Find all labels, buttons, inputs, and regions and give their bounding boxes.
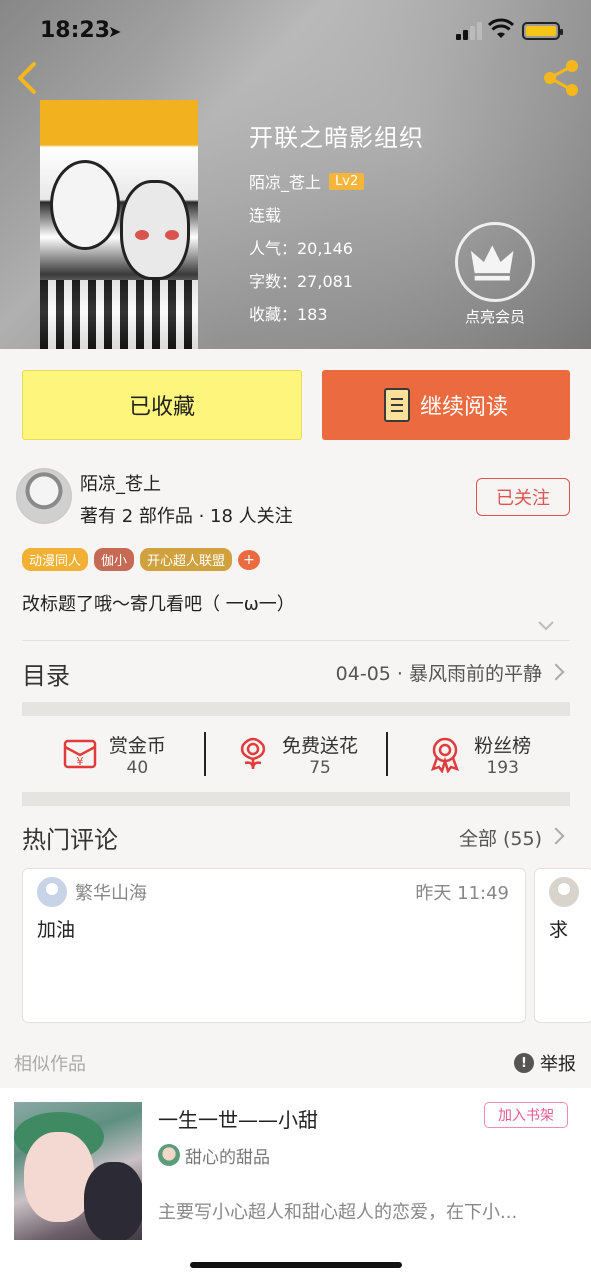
toc-label: 目录	[22, 662, 70, 690]
hot-comments-title: 热门评论	[22, 826, 118, 854]
book-popularity: 人气：20,146	[249, 239, 353, 258]
user-avatar	[37, 877, 67, 907]
tag-item[interactable]: 开心超人联盟	[140, 548, 233, 571]
book-info: 开联之暗影组织 陌凉_苍上 Lv2 连载 人气：20,146 字数：27,081…	[249, 118, 424, 325]
svg-text:¥: ¥	[76, 755, 83, 768]
battery-icon	[522, 22, 563, 40]
book-description: 改标题了哦～寄几看吧（ 一ω一）	[22, 594, 295, 615]
section-separator	[22, 792, 570, 806]
book-title: 开联之暗影组织	[249, 124, 424, 152]
add-tag-button[interactable]: +	[238, 549, 261, 570]
favorited-label: 已收藏	[128, 395, 195, 420]
comment-username: 繁华山海	[75, 883, 147, 904]
all-comments-link[interactable]: 全部 (55)	[459, 824, 542, 851]
author-stats: 著有 2 部作品 · 18 人关注	[80, 506, 293, 527]
follow-button[interactable]: 已关注	[476, 478, 570, 516]
book-word-count: 字数：27,081	[249, 272, 353, 291]
comment-card[interactable]: 求	[534, 868, 591, 1023]
user-avatar	[549, 877, 579, 907]
favorited-button[interactable]: 已收藏	[22, 370, 302, 440]
home-indicator[interactable]	[190, 1262, 402, 1268]
comment-time: 昨天 11:49	[415, 883, 509, 904]
report-label: 举报	[540, 1054, 576, 1075]
similar-works-label: 相似作品	[14, 1054, 86, 1075]
report-button[interactable]: ! 举报	[514, 1050, 576, 1076]
cellular-signal-icon	[456, 22, 484, 40]
continue-reading-button[interactable]: 继续阅读	[322, 370, 570, 440]
divider	[22, 640, 570, 641]
book-author[interactable]: 陌凉_苍上	[249, 169, 321, 193]
tag-item[interactable]: 伽小	[94, 548, 135, 571]
hot-comments-header: 热门评论 全部 (55)	[22, 818, 570, 858]
divider	[386, 732, 388, 776]
reward-actions: ¥ 赏金币 40 免费送花 75 粉丝榜 193	[22, 728, 570, 780]
reward-coins-button[interactable]: ¥ 赏金币 40	[22, 728, 205, 780]
book-favorites-count: 收藏：183	[249, 305, 328, 324]
author-section: 陌凉_苍上 著有 2 部作品 · 18 人关注 已关注	[14, 464, 574, 528]
author-avatar[interactable]	[16, 468, 72, 524]
recommended-book-author: 甜心的甜品	[185, 1148, 270, 1168]
recommended-book-description: 主要写小心超人和甜心超人的恋爱，在下小...	[158, 1202, 518, 1223]
expand-chevron-icon[interactable]	[537, 618, 555, 632]
reward-coins-count: 40	[126, 757, 149, 778]
chevron-right-icon	[547, 663, 565, 681]
table-of-contents-row[interactable]: 目录 04-05 · 暴风雨前的平静	[22, 642, 570, 700]
alert-icon: !	[514, 1053, 534, 1073]
author-level-badge: Lv2	[329, 172, 365, 190]
coin-envelope-icon: ¥	[63, 739, 97, 769]
fan-ranking-label: 粉丝榜	[474, 734, 532, 757]
comment-text: 求	[549, 919, 569, 941]
fan-ranking-count: 193	[486, 757, 519, 778]
location-arrow-icon: ➤	[108, 22, 122, 41]
comment-card[interactable]: 繁华山海 昨天 11:49 加油	[22, 868, 526, 1023]
book-cover-image[interactable]	[40, 100, 198, 349]
back-icon[interactable]	[10, 58, 46, 98]
continue-reading-label: 继续阅读	[419, 395, 508, 420]
book-status: 连载	[249, 206, 282, 225]
send-flower-label: 免费送花	[282, 734, 359, 757]
wifi-icon	[488, 18, 514, 38]
author-name[interactable]: 陌凉_苍上	[80, 470, 161, 496]
section-separator	[22, 702, 570, 716]
tag-list: 动漫同人 伽小 开心超人联盟 +	[22, 548, 261, 571]
tag-item[interactable]: 动漫同人	[22, 548, 89, 571]
status-time: 18:23	[40, 18, 111, 43]
comment-text: 加油	[37, 919, 76, 941]
medal-icon	[431, 737, 460, 773]
add-to-shelf-button[interactable]: 加入书架	[484, 1102, 568, 1128]
recommended-book-title[interactable]: 一生一世——小甜	[158, 1104, 318, 1133]
chevron-right-icon	[547, 827, 565, 845]
book-header: 18:23 ➤ 开联之暗影组织 陌凉_苍上 Lv2 连载 人气：20,146 字…	[0, 0, 591, 349]
flower-icon	[240, 737, 266, 770]
author-avatar	[158, 1144, 180, 1166]
fan-ranking-button[interactable]: 粉丝榜 193	[387, 728, 570, 780]
latest-chapter: 04-05 · 暴风雨前的平静	[335, 663, 542, 685]
reward-coins-label: 赏金币	[108, 734, 166, 757]
recommended-book[interactable]: 一生一世——小甜 加入书架 甜心的甜品 主要写小心超人和甜心超人的恋爱，在下小.…	[0, 1088, 591, 1280]
similar-works-header: 相似作品 ! 举报	[14, 1046, 576, 1080]
book-icon	[383, 388, 410, 422]
recommended-book-cover[interactable]	[14, 1102, 142, 1240]
send-flower-button[interactable]: 免费送花 75	[205, 728, 388, 780]
status-bar: 18:23 ➤	[0, 0, 591, 60]
send-flower-count: 75	[309, 757, 331, 778]
crown-icon	[455, 222, 535, 302]
share-icon[interactable]	[540, 58, 582, 98]
vip-label: 点亮会员	[464, 308, 525, 326]
divider	[204, 732, 206, 776]
vip-button[interactable]: 点亮会员	[455, 222, 535, 327]
